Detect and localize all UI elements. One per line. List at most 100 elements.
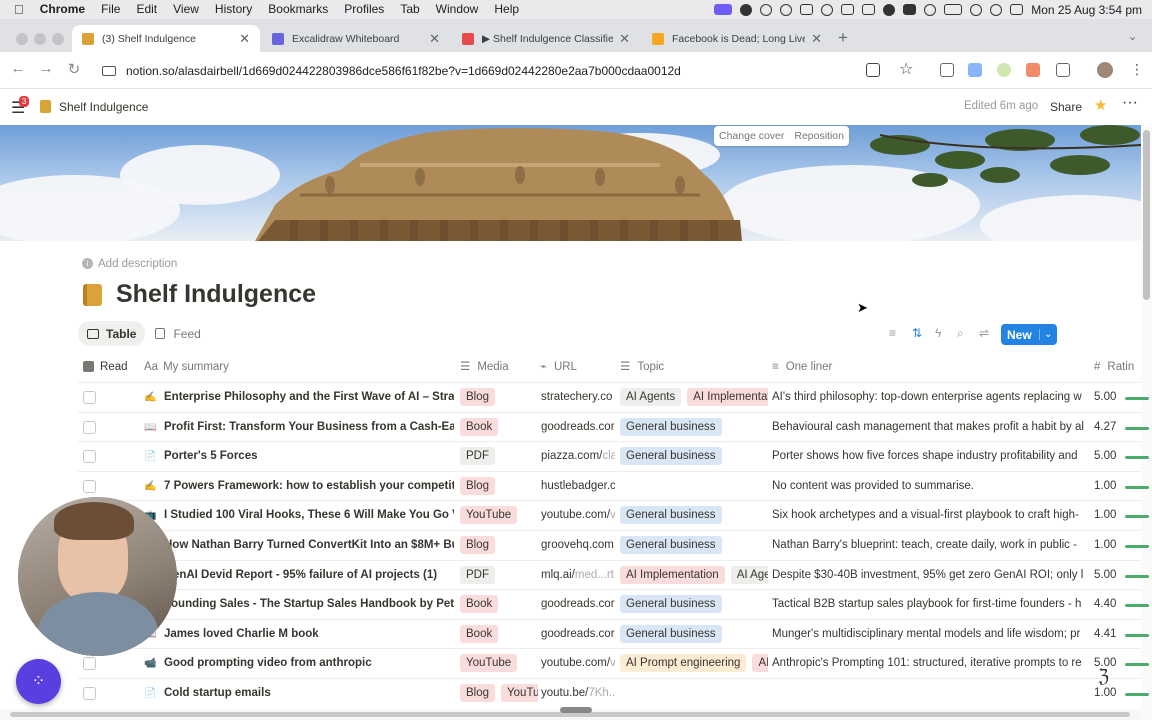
tab-excalidraw[interactable]: Excalidraw Whiteboard ✕ <box>262 25 450 52</box>
media-cell[interactable]: Blog <box>460 472 538 501</box>
close-tab-icon[interactable]: ✕ <box>811 31 822 47</box>
table-row[interactable]: ✍️ Enterprise Philosophy and the First Wa… <box>78 382 1149 412</box>
status-icon-3[interactable] <box>780 3 793 16</box>
read-checkbox[interactable] <box>83 391 96 404</box>
media-cell[interactable]: Book <box>460 590 538 619</box>
oneliner-cell[interactable]: Despite $30-40B investment, 95% get zero… <box>772 561 1090 590</box>
table-row[interactable]: 📄 Cold startup emails Blog YouTu youtu.be/7K… <box>78 678 1149 708</box>
col-header-topic[interactable]: ☰ Topic <box>620 353 768 382</box>
more-options-icon[interactable]: ··· <box>1122 94 1138 112</box>
reposition-button[interactable]: Reposition <box>789 130 849 142</box>
rating-cell[interactable]: 4.41 <box>1094 620 1124 649</box>
topic-cell[interactable]: General business <box>620 413 768 442</box>
url-cell[interactable]: youtube.com/v <box>541 501 615 530</box>
read-checkbox[interactable] <box>83 479 96 493</box>
url-cell[interactable]: goodreads.cor <box>541 590 615 619</box>
url-cell[interactable]: mlq.ai/med...rt <box>541 561 615 590</box>
summary-cell[interactable]: Porter's 5 Forces <box>164 442 454 471</box>
oneliner-cell[interactable]: Six hook archetypes and a visual-first p… <box>772 501 1090 530</box>
summary-cell[interactable]: I Studied 100 Viral Hooks, These 6 Will … <box>164 501 454 530</box>
table-row[interactable]: 📄GenAI Devid Report - 95% failure of AI … <box>78 559 1149 590</box>
oneliner-cell[interactable]: Nathan Barry's blueprint: teach, create … <box>772 531 1090 560</box>
oneliner-cell[interactable] <box>772 679 1090 708</box>
status-icon-6[interactable] <box>841 4 855 15</box>
filter-icon[interactable]: ≡ <box>889 326 896 340</box>
search-icon[interactable]: ⌕ <box>957 326 964 341</box>
extensions-puzzle-icon[interactable] <box>1056 63 1070 77</box>
summary-cell[interactable]: Founding Sales - The Startup Sales Handb… <box>164 590 454 619</box>
notion-ai-icon[interactable]: ℨ <box>1098 666 1109 687</box>
menu-history[interactable]: History <box>207 0 260 19</box>
media-cell[interactable]: PDF <box>460 442 538 471</box>
tab-search-chevron-icon[interactable]: ⌄ <box>1128 30 1137 43</box>
url-cell[interactable]: groovehq.com <box>541 531 615 560</box>
screen-record-icon[interactable] <box>714 4 733 15</box>
close-tab-icon[interactable]: ✕ <box>429 31 440 47</box>
recorder-button[interactable]: ⁘ <box>16 659 61 704</box>
reader-mode-icon[interactable] <box>866 63 880 77</box>
topic-cell[interactable]: General business <box>620 501 768 530</box>
add-description-button[interactable]: Add description <box>98 258 177 270</box>
vertical-scrollbar-thumb[interactable] <box>1143 130 1150 300</box>
oneliner-cell[interactable]: Behavioural cash management that makes p… <box>772 413 1090 442</box>
topic-cell[interactable] <box>620 679 768 708</box>
oneliner-cell[interactable]: No content was provided to summarise. <box>772 472 1090 501</box>
menu-file[interactable]: File <box>93 0 128 19</box>
rating-cell[interactable]: 5.00 <box>1094 383 1124 412</box>
table-row[interactable]: ✍️How Nathan Barry Turned ConvertKit Int… <box>78 530 1149 560</box>
read-checkbox[interactable] <box>83 687 96 700</box>
menu-edit[interactable]: Edit <box>128 0 165 19</box>
topic-cell[interactable]: General business <box>620 442 768 471</box>
url-text[interactable]: mlq.ai/ <box>541 569 575 581</box>
url-text[interactable]: youtube.com/ <box>541 509 610 521</box>
page-title[interactable]: Shelf Indulgence <box>116 280 316 309</box>
rating-cell[interactable]: 5.00 <box>1094 561 1124 590</box>
url-text[interactable]: goodreads.cor <box>541 628 615 640</box>
url-text[interactable]: goodreads.cor <box>541 421 615 433</box>
media-cell[interactable]: Book <box>460 413 538 442</box>
summary-cell[interactable]: How Nathan Barry Turned ConvertKit Into … <box>164 531 454 560</box>
oneliner-cell[interactable]: Anthropic's Prompting 101: structured, i… <box>772 649 1090 678</box>
read-checkbox[interactable] <box>83 450 96 464</box>
col-header-read[interactable]: Read <box>83 353 143 382</box>
topic-cell[interactable]: General business <box>620 590 768 619</box>
summary-cell[interactable]: Good prompting video from anthropic <box>164 649 454 678</box>
oneliner-cell[interactable]: AI's third philosophy: top-down enterpri… <box>772 383 1090 412</box>
rating-cell[interactable]: 4.27 <box>1094 413 1124 442</box>
col-header-summary[interactable]: Aa My summary <box>144 353 454 382</box>
breadcrumb[interactable]: Shelf Indulgence <box>59 100 148 114</box>
url-text[interactable]: piazza.com/ <box>541 450 602 462</box>
menu-bookmarks[interactable]: Bookmarks <box>260 0 336 19</box>
tab-facebook-dead[interactable]: Facebook is Dead; Long Live ✕ <box>642 25 832 52</box>
topic-cell[interactable]: AI Agents AI Implementati <box>620 383 768 412</box>
table-row[interactable]: 📺I Studied 100 Viral Hooks, These 6 Will… <box>78 500 1149 530</box>
media-cell[interactable]: Blog YouTu <box>460 679 538 708</box>
rating-cell[interactable]: 4.40 <box>1094 590 1124 619</box>
new-button[interactable]: New ⌄ <box>1001 324 1057 345</box>
topic-cell[interactable]: AI Implementation AI Age <box>620 561 768 590</box>
url-cell[interactable]: goodreads.cor <box>541 413 615 442</box>
url-text[interactable]: stratechery.co <box>541 391 612 403</box>
tab-shelf-classifier[interactable]: ▶ Shelf Indulgence Classifie ✕ <box>452 25 640 52</box>
col-header-rating[interactable]: # Ratin <box>1094 353 1141 382</box>
extension-icon-3[interactable] <box>997 63 1011 77</box>
oneliner-cell[interactable]: Tactical B2B startup sales playbook for … <box>772 590 1090 619</box>
summary-cell[interactable]: GenAI Devid Report - 95% failure of AI p… <box>164 561 454 590</box>
share-button[interactable]: Share <box>1050 100 1082 114</box>
rating-cell[interactable]: 1.00 <box>1094 501 1124 530</box>
url-cell[interactable]: stratechery.co <box>541 383 615 412</box>
clock[interactable]: Mon 25 Aug 3:54 pm <box>1031 3 1142 17</box>
favorite-star-icon[interactable]: ★ <box>1094 96 1107 114</box>
menu-profiles[interactable]: Profiles <box>336 0 392 19</box>
menu-help[interactable]: Help <box>486 0 527 19</box>
window-close-button[interactable] <box>16 33 28 45</box>
cloud-icon[interactable] <box>883 3 896 16</box>
close-tab-icon[interactable]: ✕ <box>239 31 250 47</box>
url-cell[interactable]: youtube.com/v <box>541 649 615 678</box>
read-checkbox[interactable] <box>83 420 96 434</box>
media-cell[interactable]: Blog <box>460 531 538 560</box>
url-text[interactable]: groovehq.com <box>541 539 614 551</box>
window-zoom-button[interactable] <box>52 33 64 45</box>
table-row[interactable]: 📖 Profit First: Transform Your Business f… <box>78 411 1149 442</box>
topic-cell[interactable]: General business <box>620 531 768 560</box>
